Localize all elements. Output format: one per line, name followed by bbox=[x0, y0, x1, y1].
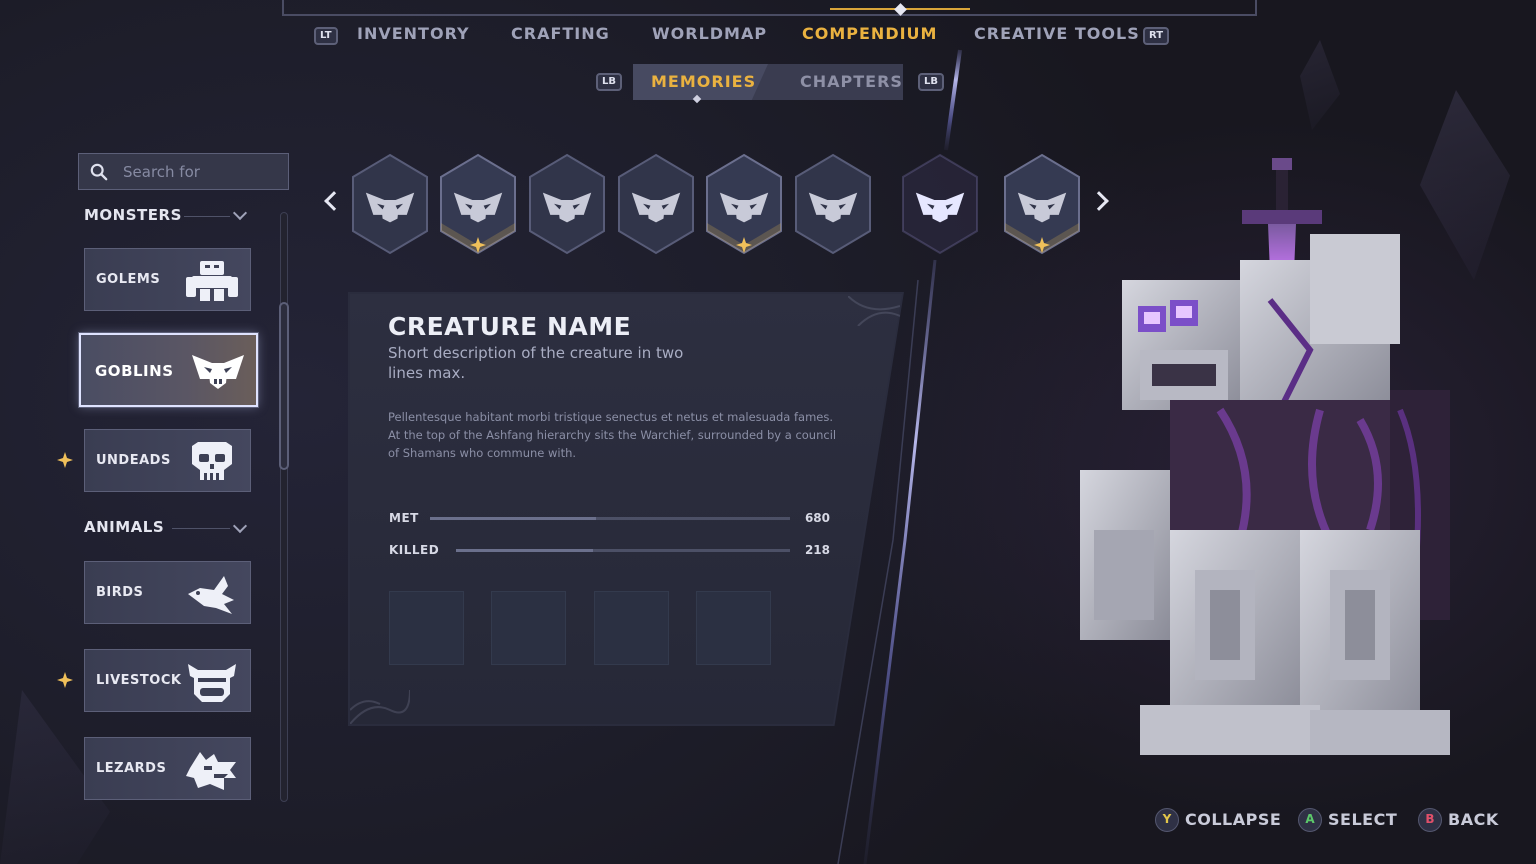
carousel-item[interactable] bbox=[617, 153, 695, 255]
carousel-prev-arrow-icon[interactable] bbox=[324, 191, 344, 211]
sidebar-item-label: BIRDS bbox=[96, 585, 144, 600]
sidebar-item-label: UNDEADS bbox=[96, 453, 171, 468]
section-title-animals: ANIMALS bbox=[84, 518, 165, 536]
panel-ornament bbox=[848, 296, 900, 326]
top-frame bbox=[282, 0, 1257, 16]
tab-compendium[interactable]: COMPENDIUM bbox=[802, 24, 937, 43]
stat-value-met: 680 bbox=[804, 511, 830, 525]
tab-memories[interactable]: MEMORIES bbox=[651, 72, 756, 91]
tab-chapters[interactable]: CHAPTERS bbox=[800, 72, 903, 91]
star-icon bbox=[57, 452, 73, 468]
hint-label: COLLAPSE bbox=[1185, 810, 1282, 829]
sidebar-item-label: LEZARDS bbox=[96, 761, 167, 776]
compendium-screen: LT INVENTORY CRAFTING WORLDMAP COMPENDIU… bbox=[0, 0, 1536, 864]
main-nav: LT INVENTORY CRAFTING WORLDMAP COMPENDIU… bbox=[0, 24, 1536, 48]
livestock-icon bbox=[188, 664, 236, 702]
tab-creative-tools[interactable]: CREATIVE TOOLS bbox=[974, 24, 1140, 43]
carousel-item[interactable] bbox=[351, 153, 429, 255]
sidebar-item-golems[interactable]: GOLEMS bbox=[84, 248, 251, 311]
reward-slot[interactable] bbox=[594, 591, 669, 665]
creature-lore-text: Pellentesque habitant morbi tristique se… bbox=[388, 410, 837, 460]
carousel-item[interactable] bbox=[705, 153, 783, 255]
goblin-icon bbox=[192, 355, 244, 389]
stat-bar-killed bbox=[456, 549, 790, 552]
carousel-item[interactable] bbox=[794, 153, 872, 255]
tab-worldmap[interactable]: WORLDMAP bbox=[652, 24, 767, 43]
sidebar-item-goblins[interactable]: GOBLINS bbox=[79, 333, 258, 407]
sidebar-scrollbar-track[interactable] bbox=[280, 212, 288, 802]
y-button-icon: Y bbox=[1155, 808, 1179, 832]
carousel-item[interactable] bbox=[901, 153, 979, 255]
sidebar-item-livestock[interactable]: LIVESTOCK bbox=[84, 649, 251, 712]
hint-label: SELECT bbox=[1328, 810, 1398, 829]
reward-slot[interactable] bbox=[491, 591, 566, 665]
lb-right-button-hint[interactable]: LB bbox=[918, 73, 944, 91]
panel-ornament bbox=[350, 690, 410, 724]
golem-icon bbox=[186, 261, 238, 301]
sidebar-item-undeads[interactable]: UNDEADS bbox=[84, 429, 251, 492]
creature-name: CREATURE NAME bbox=[388, 312, 632, 341]
creature-render bbox=[1080, 158, 1450, 755]
carousel-item[interactable] bbox=[439, 153, 517, 255]
section-divider bbox=[172, 528, 230, 529]
sidebar-item-lezards[interactable]: LEZARDS bbox=[84, 737, 251, 800]
chevron-down-icon[interactable] bbox=[232, 518, 248, 534]
carousel-item[interactable] bbox=[528, 153, 606, 255]
reward-slot[interactable] bbox=[696, 591, 771, 665]
reward-slot[interactable] bbox=[389, 591, 464, 665]
stat-value-killed: 218 bbox=[804, 543, 830, 557]
lizard-icon bbox=[186, 752, 236, 790]
lb-left-button-hint[interactable]: LB bbox=[596, 73, 622, 91]
b-button-icon: B bbox=[1418, 808, 1442, 832]
sidebar-item-label: GOLEMS bbox=[96, 272, 161, 287]
lt-button-hint[interactable]: LT bbox=[314, 27, 338, 45]
section-title-monsters: MONSTERS bbox=[84, 206, 182, 224]
creature-short-description: Short description of the creature in two… bbox=[388, 344, 684, 382]
search-input[interactable]: Search for bbox=[78, 153, 289, 190]
star-icon bbox=[57, 672, 73, 688]
search-icon bbox=[90, 163, 108, 181]
hint-label: BACK bbox=[1448, 810, 1499, 829]
stat-label-killed: KILLED bbox=[389, 543, 440, 557]
search-placeholder: Search for bbox=[123, 163, 200, 181]
subtabs: MEMORIES CHAPTERS bbox=[633, 64, 903, 100]
tab-crafting[interactable]: CRAFTING bbox=[511, 24, 610, 43]
sidebar-scrollbar-thumb[interactable] bbox=[279, 302, 289, 470]
chevron-down-icon[interactable] bbox=[232, 205, 248, 221]
section-divider bbox=[184, 216, 230, 217]
bird-icon bbox=[188, 576, 234, 614]
stat-bar-met bbox=[430, 517, 790, 520]
stat-label-met: MET bbox=[389, 511, 419, 525]
decor-crystal bbox=[1300, 40, 1340, 130]
rt-button-hint[interactable]: RT bbox=[1143, 27, 1170, 45]
sidebar-item-birds[interactable]: BIRDS bbox=[84, 561, 251, 624]
skull-icon bbox=[192, 442, 232, 480]
tab-inventory[interactable]: INVENTORY bbox=[357, 24, 470, 43]
a-button-icon: A bbox=[1298, 808, 1322, 832]
sidebar-item-label: GOBLINS bbox=[95, 362, 174, 380]
sidebar-item-label: LIVESTOCK bbox=[96, 673, 182, 688]
